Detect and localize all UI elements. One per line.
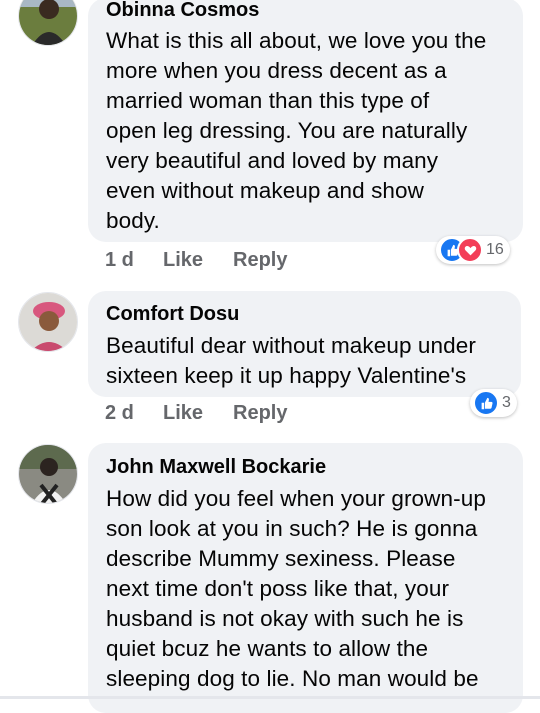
comment-author[interactable]: Comfort Dosu [106, 302, 505, 326]
comment-text-line: How did you feel when your grown-up [106, 486, 486, 511]
avatar[interactable] [18, 444, 78, 504]
comment-text-line: quiet bcuz he wants to allow the [106, 636, 429, 661]
comment-bubble: John Maxwell Bockarie How did you feel w… [88, 443, 523, 713]
comment-text-line: sleeping dog to lie. No man would be [106, 666, 479, 691]
reaction-summary[interactable]: 16 [436, 236, 510, 264]
comment-text-line: body. [106, 208, 160, 233]
comment-actions: 2 d Like Reply [105, 402, 287, 425]
avatar[interactable] [18, 0, 78, 46]
profile-photo [19, 0, 77, 45]
avatar[interactable] [18, 292, 78, 352]
like-button[interactable]: Like [163, 249, 233, 272]
comment-text-line: very beautiful and loved by many [106, 148, 439, 173]
comment-text-line: son look at you in such? He is gonna [106, 516, 478, 541]
comment-text-line: describe Mummy sexiness. Please [106, 546, 456, 571]
reply-button[interactable]: Reply [233, 249, 287, 272]
comment-text-line: next time don't poss like that, your [106, 576, 450, 601]
comment-text-line: What is this all about, we love you the [106, 28, 487, 53]
reaction-summary[interactable]: 3 [470, 389, 517, 417]
comment-author[interactable]: John Maxwell Bockarie [106, 455, 507, 479]
like-button[interactable]: Like [163, 402, 233, 425]
profile-photo [19, 445, 77, 503]
like-icon [473, 390, 499, 416]
comment-bubble: Comfort Dosu Beautiful dear without make… [88, 291, 521, 397]
reply-button[interactable]: Reply [233, 402, 287, 425]
comment-text-line: husband is not okay with such he is [106, 606, 464, 631]
comment-actions: 1 d Like Reply [105, 249, 287, 272]
love-icon [457, 237, 483, 263]
profile-photo [19, 293, 77, 351]
comment-text-line: married woman than this type of [106, 88, 430, 113]
comment-text-line: Beautiful dear without makeup under [106, 333, 476, 358]
reaction-count: 3 [502, 394, 511, 411]
comment-text-line: even without makeup and show [106, 178, 424, 203]
comment-timestamp[interactable]: 2 d [105, 402, 163, 425]
comment-text-line: open leg dressing. You are naturally [106, 118, 468, 143]
reaction-count: 16 [486, 241, 504, 258]
comment-text-line: more when you dress decent as a [106, 58, 447, 83]
comment-bubble: Obinna Cosmos What is this all about, we… [88, 0, 523, 242]
comment-text-line: sixteen keep it up happy Valentine's [106, 363, 467, 388]
comment-author[interactable]: Obinna Cosmos [106, 0, 507, 22]
comment-timestamp[interactable]: 1 d [105, 249, 163, 272]
